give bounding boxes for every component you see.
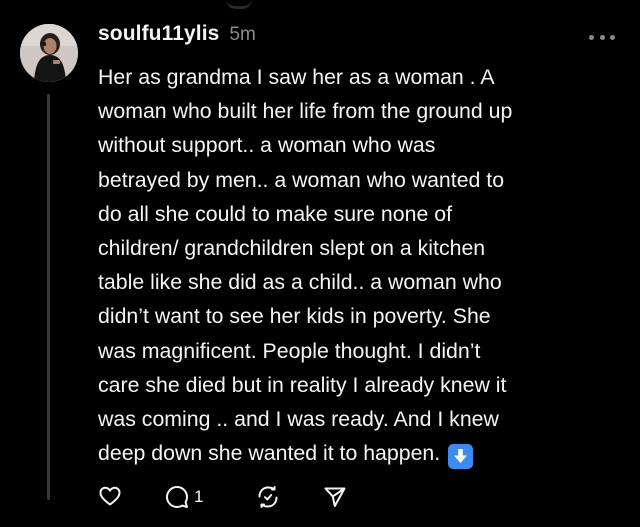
more-dot-icon (610, 34, 615, 40)
repost-icon (258, 486, 278, 508)
previous-post-text-fragment (226, 0, 252, 9)
share-button[interactable] (322, 484, 348, 510)
post-text-line: care she died but in reality I already k… (98, 372, 507, 397)
more-options-button[interactable] (589, 28, 615, 46)
post-text-line: woman who built her life from the ground… (98, 99, 513, 124)
post-text: Her as grandma I saw her as a woman . A … (98, 60, 628, 470)
post-text-line: was magnificent. People thought. I didn’… (98, 338, 481, 363)
timestamp: 5m (229, 24, 256, 45)
more-dot-icon (589, 34, 594, 40)
post-text-line: do all she could to make sure none of (98, 201, 452, 226)
thread-line (47, 94, 50, 500)
heart-icon (99, 486, 121, 506)
repost-button[interactable] (255, 484, 281, 510)
down-arrow-emoji-icon (448, 443, 474, 469)
post-text-line: didn’t want to see her kids in poverty. … (98, 304, 491, 329)
post-text-line-last: deep down she wanted it to happen. (98, 436, 628, 470)
comment-icon (166, 486, 188, 508)
avatar-image (20, 24, 78, 82)
like-button[interactable] (98, 484, 122, 508)
post-text-line: was coming .. and I was ready. And I kne… (98, 407, 499, 432)
post-text-line: deep down she wanted it to happen. (98, 441, 441, 466)
post-text-line: table like she did as a child.. a woman … (98, 270, 502, 295)
previous-post-edge (0, 0, 640, 9)
avatar[interactable] (20, 24, 78, 82)
reply-button[interactable]: 1 (164, 484, 203, 510)
username[interactable]: soulfu11ylis (98, 22, 219, 46)
post-text-line: without support.. a woman who was (98, 133, 436, 158)
post-text-line: children/ grandchildren slept on a kitch… (98, 236, 486, 261)
reply-count: 1 (194, 487, 204, 506)
more-dot-icon (599, 34, 605, 40)
post-text-line: Her as grandma I saw her as a woman . A (98, 65, 495, 89)
post-text-line: betrayed by men.. a woman who wanted to (98, 167, 505, 192)
post-header: soulfu11ylis 5m (98, 22, 256, 52)
send-icon (324, 487, 346, 507)
